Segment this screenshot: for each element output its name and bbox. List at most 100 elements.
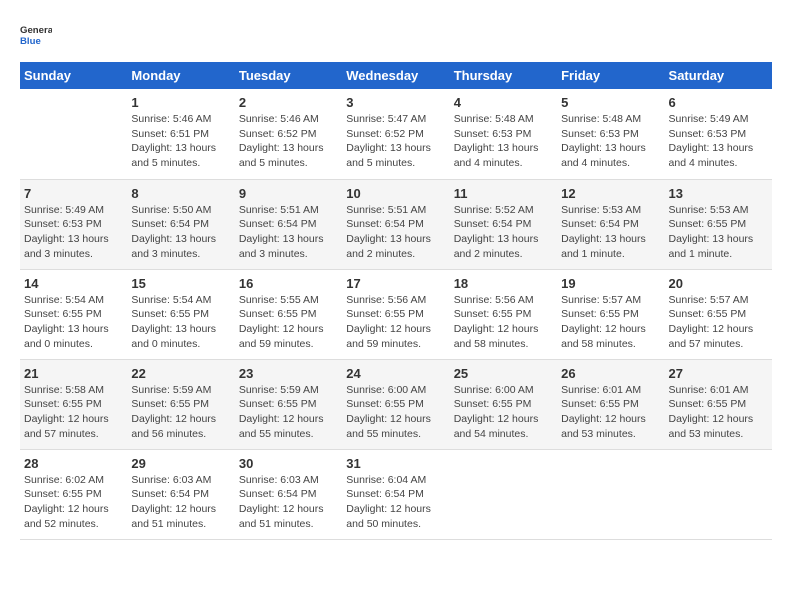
day-number: 28 xyxy=(24,456,123,471)
calendar-cell: 25 Sunrise: 6:00 AMSunset: 6:55 PMDayligh… xyxy=(450,359,557,449)
day-info: Sunrise: 5:49 AMSunset: 6:53 PMDaylight:… xyxy=(669,112,768,171)
day-info: Sunrise: 5:56 AMSunset: 6:55 PMDaylight:… xyxy=(346,293,445,352)
calendar-cell xyxy=(450,449,557,539)
calendar-cell: 5 Sunrise: 5:48 AMSunset: 6:53 PMDaylight… xyxy=(557,89,664,179)
day-number: 4 xyxy=(454,95,553,110)
day-number: 18 xyxy=(454,276,553,291)
day-info: Sunrise: 5:51 AMSunset: 6:54 PMDaylight:… xyxy=(346,203,445,262)
day-number: 2 xyxy=(239,95,338,110)
day-info: Sunrise: 6:03 AMSunset: 6:54 PMDaylight:… xyxy=(239,473,338,532)
day-info: Sunrise: 5:48 AMSunset: 6:53 PMDaylight:… xyxy=(454,112,553,171)
day-info: Sunrise: 6:03 AMSunset: 6:54 PMDaylight:… xyxy=(131,473,230,532)
day-info: Sunrise: 5:49 AMSunset: 6:53 PMDaylight:… xyxy=(24,203,123,262)
day-info: Sunrise: 5:52 AMSunset: 6:54 PMDaylight:… xyxy=(454,203,553,262)
header-monday: Monday xyxy=(127,62,234,89)
day-number: 5 xyxy=(561,95,660,110)
day-number: 23 xyxy=(239,366,338,381)
calendar-cell: 24 Sunrise: 6:00 AMSunset: 6:55 PMDayligh… xyxy=(342,359,449,449)
day-info: Sunrise: 5:51 AMSunset: 6:54 PMDaylight:… xyxy=(239,203,338,262)
calendar-cell xyxy=(665,449,772,539)
day-number: 29 xyxy=(131,456,230,471)
calendar-cell: 29 Sunrise: 6:03 AMSunset: 6:54 PMDayligh… xyxy=(127,449,234,539)
calendar-cell: 1 Sunrise: 5:46 AMSunset: 6:51 PMDaylight… xyxy=(127,89,234,179)
day-info: Sunrise: 5:50 AMSunset: 6:54 PMDaylight:… xyxy=(131,203,230,262)
calendar-cell: 3 Sunrise: 5:47 AMSunset: 6:52 PMDaylight… xyxy=(342,89,449,179)
header-saturday: Saturday xyxy=(665,62,772,89)
day-info: Sunrise: 6:00 AMSunset: 6:55 PMDaylight:… xyxy=(346,383,445,442)
calendar-cell: 22 Sunrise: 5:59 AMSunset: 6:55 PMDayligh… xyxy=(127,359,234,449)
day-info: Sunrise: 5:57 AMSunset: 6:55 PMDaylight:… xyxy=(561,293,660,352)
day-info: Sunrise: 5:46 AMSunset: 6:51 PMDaylight:… xyxy=(131,112,230,171)
calendar-cell: 7 Sunrise: 5:49 AMSunset: 6:53 PMDaylight… xyxy=(20,179,127,269)
day-number: 19 xyxy=(561,276,660,291)
day-number: 13 xyxy=(669,186,768,201)
day-number: 21 xyxy=(24,366,123,381)
calendar-cell: 17 Sunrise: 5:56 AMSunset: 6:55 PMDayligh… xyxy=(342,269,449,359)
day-info: Sunrise: 5:48 AMSunset: 6:53 PMDaylight:… xyxy=(561,112,660,171)
calendar-cell: 31Sunrise: 6:04 AMSunset: 6:54 PMDayligh… xyxy=(342,449,449,539)
week-row-3: 14 Sunrise: 5:54 AMSunset: 6:55 PMDayligh… xyxy=(20,269,772,359)
day-number: 6 xyxy=(669,95,768,110)
day-number: 11 xyxy=(454,186,553,201)
day-info: Sunrise: 5:54 AMSunset: 6:55 PMDaylight:… xyxy=(24,293,123,352)
calendar-cell: 18 Sunrise: 5:56 AMSunset: 6:55 PMDayligh… xyxy=(450,269,557,359)
calendar-cell: 19 Sunrise: 5:57 AMSunset: 6:55 PMDayligh… xyxy=(557,269,664,359)
calendar-cell: 11 Sunrise: 5:52 AMSunset: 6:54 PMDayligh… xyxy=(450,179,557,269)
calendar-cell: 26 Sunrise: 6:01 AMSunset: 6:55 PMDayligh… xyxy=(557,359,664,449)
day-number: 16 xyxy=(239,276,338,291)
calendar-cell xyxy=(20,89,127,179)
calendar-cell: 8 Sunrise: 5:50 AMSunset: 6:54 PMDaylight… xyxy=(127,179,234,269)
day-info: Sunrise: 5:46 AMSunset: 6:52 PMDaylight:… xyxy=(239,112,338,171)
day-info: Sunrise: 6:04 AMSunset: 6:54 PMDaylight:… xyxy=(346,473,445,532)
calendar-cell: 27Sunrise: 6:01 AMSunset: 6:55 PMDayligh… xyxy=(665,359,772,449)
logo: General Blue xyxy=(20,20,52,52)
day-number: 9 xyxy=(239,186,338,201)
calendar-header-row: SundayMondayTuesdayWednesdayThursdayFrid… xyxy=(20,62,772,89)
day-number: 3 xyxy=(346,95,445,110)
calendar-cell: 21 Sunrise: 5:58 AMSunset: 6:55 PMDayligh… xyxy=(20,359,127,449)
day-number: 8 xyxy=(131,186,230,201)
week-row-5: 28 Sunrise: 6:02 AMSunset: 6:55 PMDayligh… xyxy=(20,449,772,539)
day-number: 7 xyxy=(24,186,123,201)
logo-icon: General Blue xyxy=(20,20,52,52)
calendar-cell: 23 Sunrise: 5:59 AMSunset: 6:55 PMDayligh… xyxy=(235,359,342,449)
day-number: 27 xyxy=(669,366,768,381)
calendar-cell xyxy=(557,449,664,539)
day-number: 17 xyxy=(346,276,445,291)
day-info: Sunrise: 5:59 AMSunset: 6:55 PMDaylight:… xyxy=(131,383,230,442)
calendar-cell: 6 Sunrise: 5:49 AMSunset: 6:53 PMDaylight… xyxy=(665,89,772,179)
header-sunday: Sunday xyxy=(20,62,127,89)
calendar-cell: 28 Sunrise: 6:02 AMSunset: 6:55 PMDayligh… xyxy=(20,449,127,539)
day-number: 12 xyxy=(561,186,660,201)
calendar-cell: 30 Sunrise: 6:03 AMSunset: 6:54 PMDayligh… xyxy=(235,449,342,539)
svg-text:Blue: Blue xyxy=(20,36,41,47)
day-info: Sunrise: 5:47 AMSunset: 6:52 PMDaylight:… xyxy=(346,112,445,171)
day-number: 20 xyxy=(669,276,768,291)
day-info: Sunrise: 6:02 AMSunset: 6:55 PMDaylight:… xyxy=(24,473,123,532)
week-row-4: 21 Sunrise: 5:58 AMSunset: 6:55 PMDayligh… xyxy=(20,359,772,449)
day-number: 25 xyxy=(454,366,553,381)
week-row-1: 1 Sunrise: 5:46 AMSunset: 6:51 PMDaylight… xyxy=(20,89,772,179)
day-info: Sunrise: 5:56 AMSunset: 6:55 PMDaylight:… xyxy=(454,293,553,352)
day-number: 22 xyxy=(131,366,230,381)
day-info: Sunrise: 5:53 AMSunset: 6:55 PMDaylight:… xyxy=(669,203,768,262)
day-info: Sunrise: 5:58 AMSunset: 6:55 PMDaylight:… xyxy=(24,383,123,442)
header-friday: Friday xyxy=(557,62,664,89)
calendar-cell: 16Sunrise: 5:55 AMSunset: 6:55 PMDayligh… xyxy=(235,269,342,359)
day-number: 24 xyxy=(346,366,445,381)
calendar-cell: 13 Sunrise: 5:53 AMSunset: 6:55 PMDayligh… xyxy=(665,179,772,269)
calendar-cell: 2 Sunrise: 5:46 AMSunset: 6:52 PMDaylight… xyxy=(235,89,342,179)
header-thursday: Thursday xyxy=(450,62,557,89)
day-number: 14 xyxy=(24,276,123,291)
day-info: Sunrise: 5:59 AMSunset: 6:55 PMDaylight:… xyxy=(239,383,338,442)
day-info: Sunrise: 6:01 AMSunset: 6:55 PMDaylight:… xyxy=(561,383,660,442)
day-number: 1 xyxy=(131,95,230,110)
page-header: General Blue xyxy=(20,20,772,52)
calendar-cell: 10Sunrise: 5:51 AMSunset: 6:54 PMDayligh… xyxy=(342,179,449,269)
header-tuesday: Tuesday xyxy=(235,62,342,89)
calendar-table: SundayMondayTuesdayWednesdayThursdayFrid… xyxy=(20,62,772,540)
day-info: Sunrise: 6:00 AMSunset: 6:55 PMDaylight:… xyxy=(454,383,553,442)
week-row-2: 7 Sunrise: 5:49 AMSunset: 6:53 PMDaylight… xyxy=(20,179,772,269)
day-number: 30 xyxy=(239,456,338,471)
day-number: 26 xyxy=(561,366,660,381)
